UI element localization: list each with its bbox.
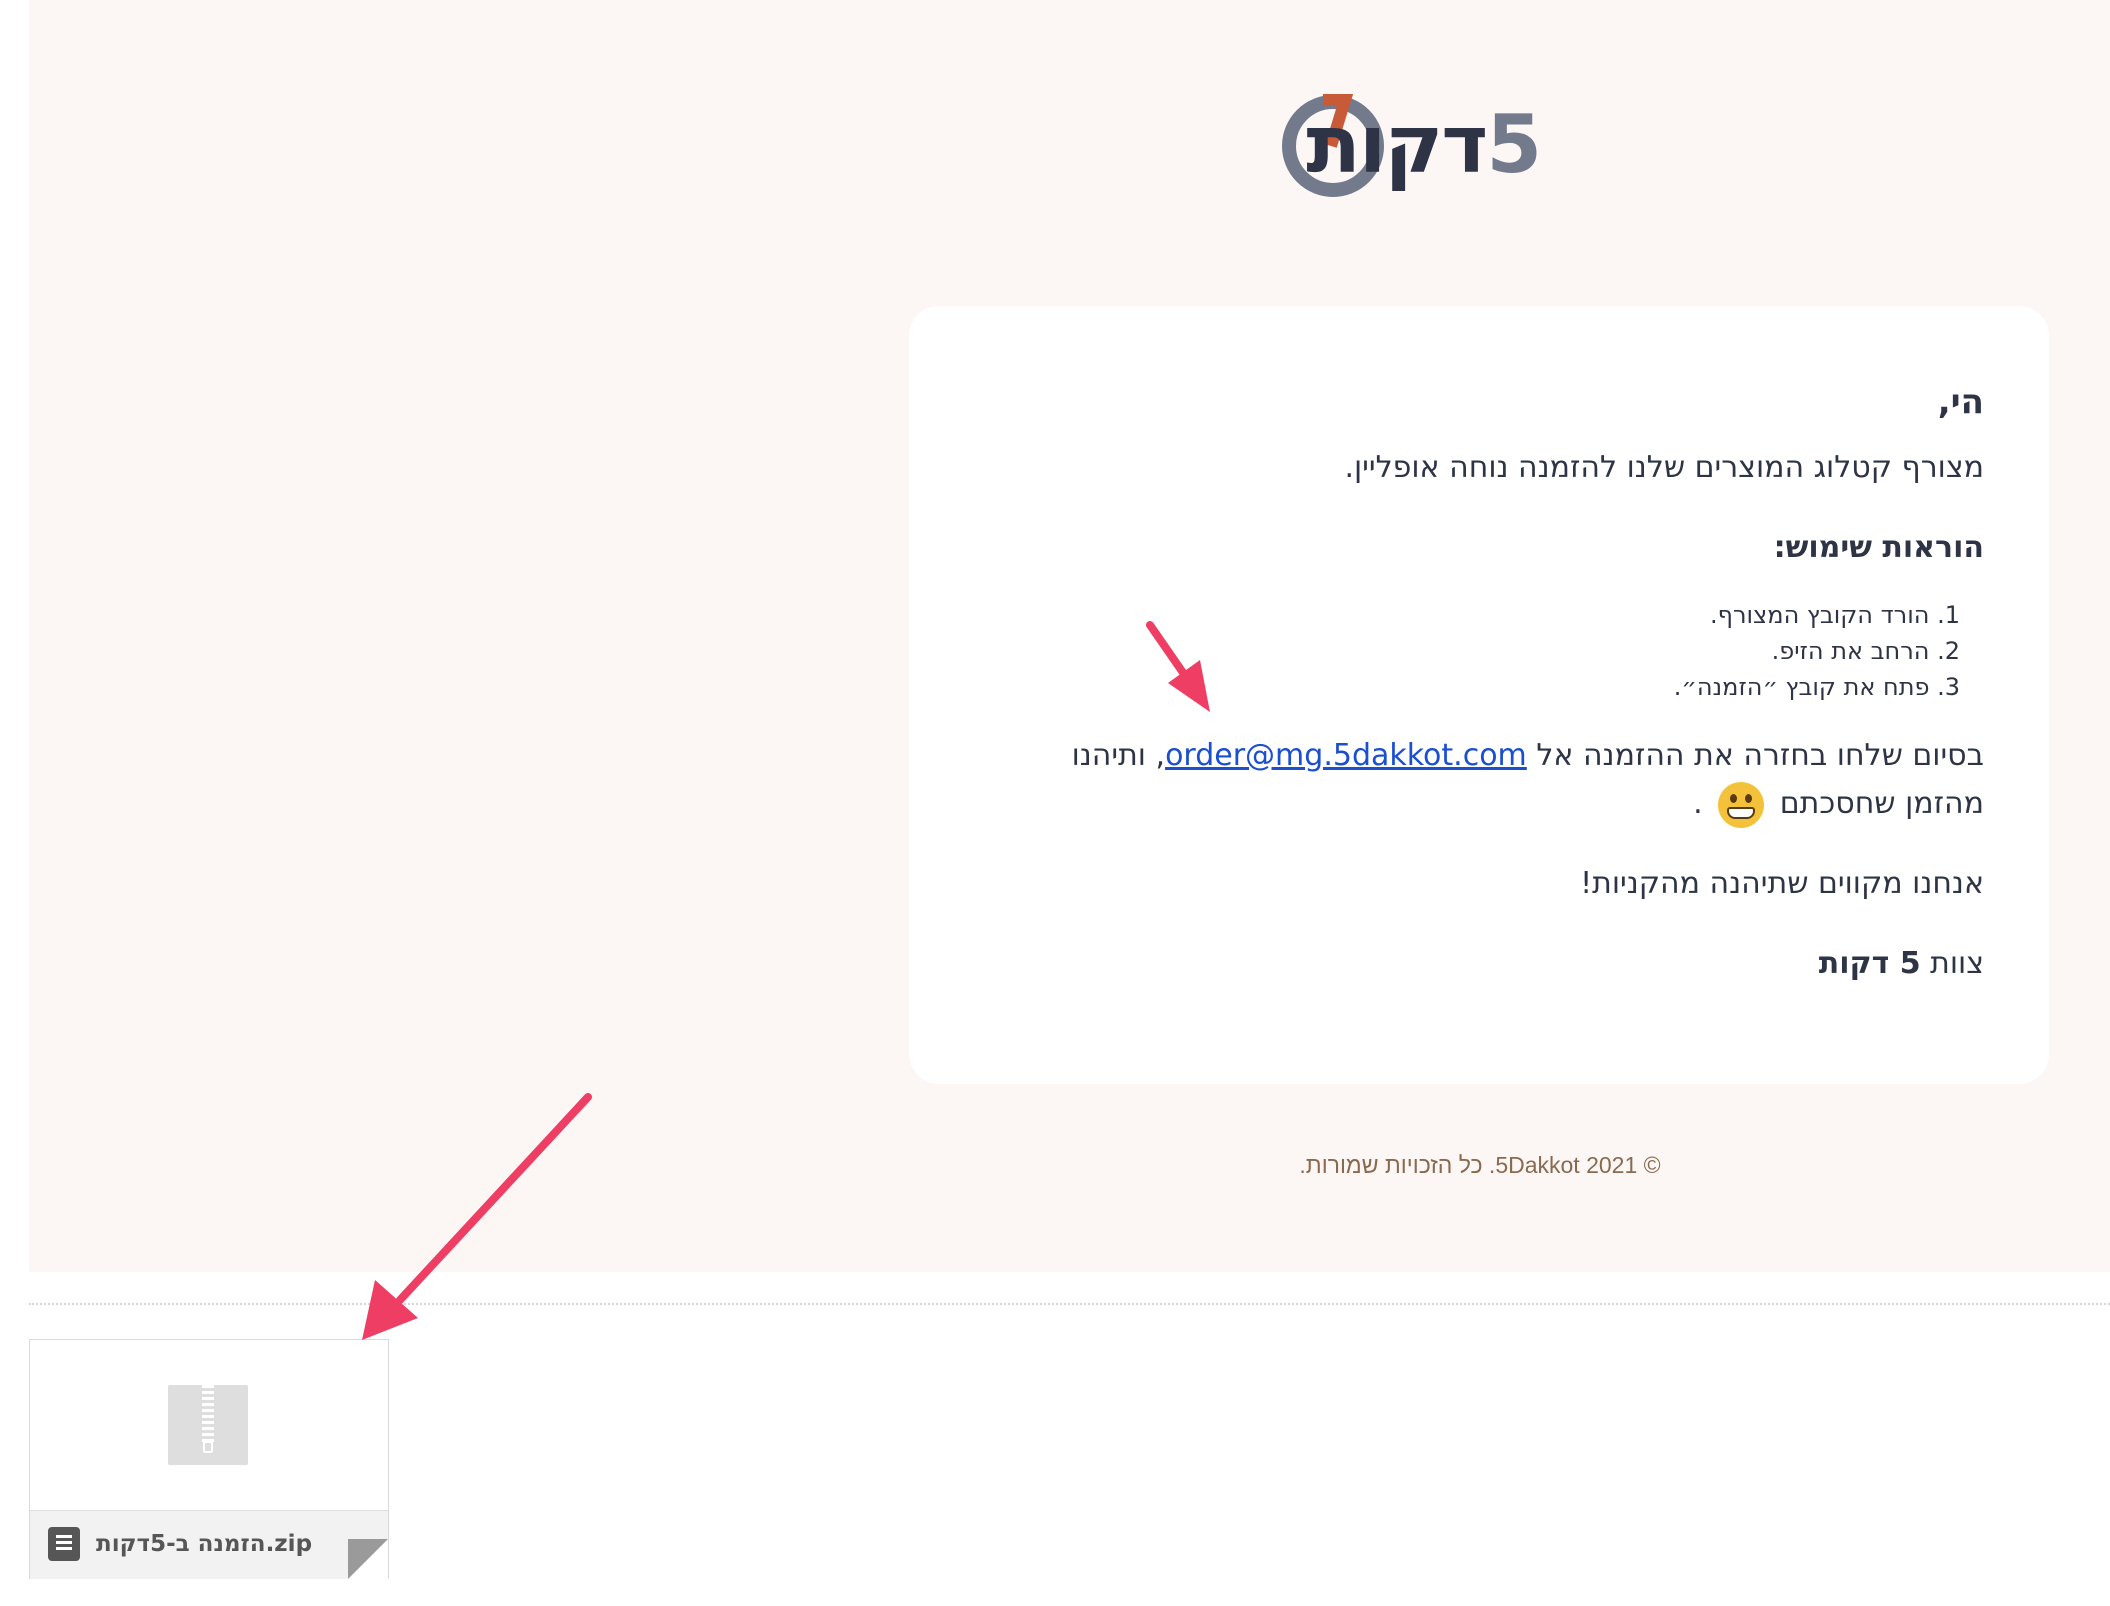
list-item: 2. הרחב את הזיפ. <box>1771 637 1960 665</box>
logo-number: 5 <box>1486 98 1542 191</box>
closing-text-end: . <box>1693 786 1703 821</box>
intro-text: מצורף קטלוג המוצרים שלנו להזמנה נוחה אופ… <box>1344 450 1984 485</box>
logo-wordmark: 5דקות <box>1306 95 1542 195</box>
zip-file-icon <box>168 1385 248 1465</box>
signoff-brand: 5 דקות <box>1818 946 1921 981</box>
attachment-card[interactable]: הזמנה ב-5דקות.zip <box>29 1339 389 1579</box>
attachment-divider <box>29 1303 2110 1305</box>
closing-paragraph: בסיום שלחו בחזרה את ההזמנה אל order@mg.5… <box>984 732 1984 828</box>
footer-copyright: © 2021 5Dakkot. כל הזכויות שמורות. <box>1299 1152 1661 1178</box>
instructions-list: 1. הורד הקובץ המצורף. 2. הרחב את הזיפ. 3… <box>960 597 1960 705</box>
greeting: הי, <box>1937 382 1984 422</box>
logo-word: דקות <box>1306 98 1488 191</box>
closing-text-before: בסיום שלחו בחזרה את ההזמנה אל <box>1526 738 1984 773</box>
attachment-name-bar[interactable]: הזמנה ב-5דקות.zip <box>30 1510 388 1579</box>
document-icon <box>48 1527 80 1561</box>
list-item: 3. פתח את קובץ ״הזמנה״. <box>1673 673 1960 701</box>
instructions-title: הוראות שימוש: <box>1773 530 1984 565</box>
signoff: צוות 5 דקות <box>984 946 1984 981</box>
order-email-link[interactable]: order@mg.5dakkot.com <box>1165 738 1527 773</box>
page-fold-icon <box>348 1539 388 1579</box>
hope-text: אנחנו מקווים שתיהנה מהקניות! <box>1580 866 1984 901</box>
signoff-team: צוות <box>1930 946 1984 981</box>
grinning-face-icon <box>1718 781 1765 828</box>
attachment-filename: הזמנה ב-5דקות.zip <box>96 1531 313 1557</box>
list-item: 1. הורד הקובץ המצורף. <box>1709 601 1960 629</box>
